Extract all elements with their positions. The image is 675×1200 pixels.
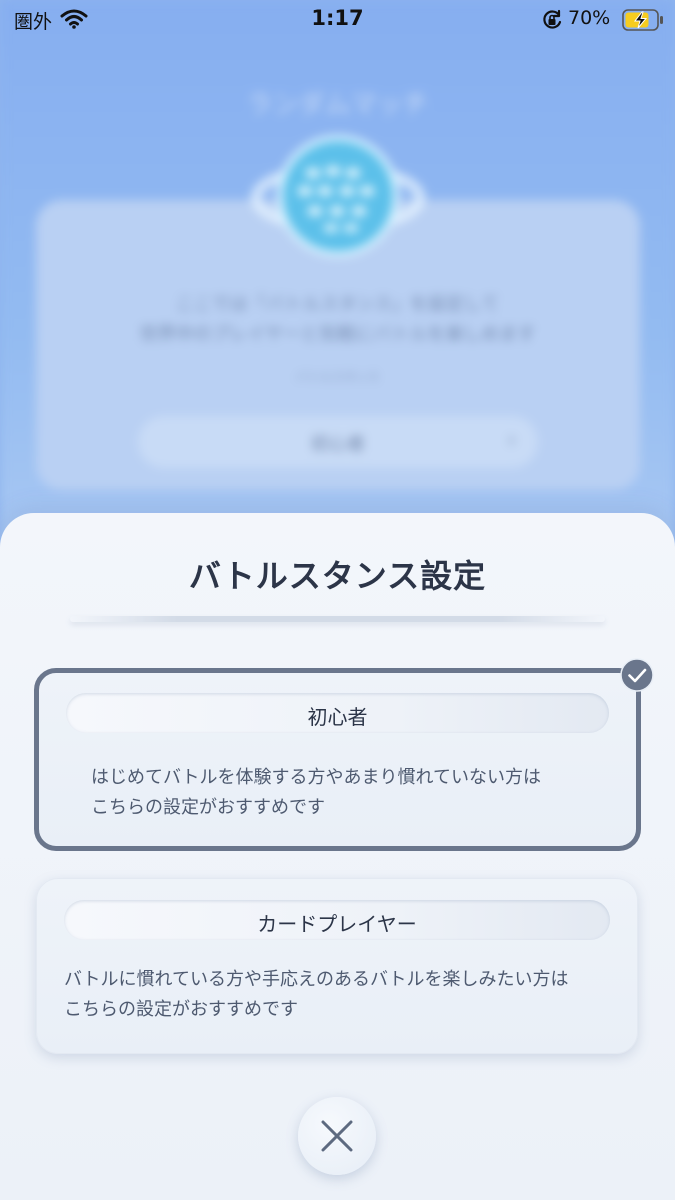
chevron-right-icon: › [507,428,516,453]
option-beginner[interactable]: 初心者 はじめてバトルを体験する方やあまり慣れていない方は こちらの設定がおすす… [34,668,641,851]
sheet-title: バトルスタンス設定 [188,557,487,595]
status-bar: 圏外 1:17 70% [0,0,675,40]
battery-charging-icon [622,9,663,31]
option-name-pill: 初心者 [66,693,609,733]
background-stance-selector: 初心者 › [138,416,538,468]
option-card-player[interactable]: カードプレイヤー バトルに慣れている方や手応えのあるバトルを楽しみたい方は こち… [36,878,638,1054]
battery-percent: 70% [568,7,611,29]
title-divider [70,616,605,622]
selected-check-icon [620,658,654,692]
option-name-pill: カードプレイヤー [64,900,610,940]
option-description: はじめてバトルを体験する方やあまり慣れていない方は こちらの設定がおすすめです [91,767,541,818]
background-description: ここでは「バトルスタンス」を設定して 世界中のプレイヤーと気軽にバトルを楽しめま… [139,294,536,345]
globe-icon [251,135,425,257]
option-description: バトルに慣れている方や手応えのあるバトルを楽しみたい方は こちらの設定がおすすめ… [64,969,569,1020]
background-title: ランダムマッチ [246,90,429,120]
close-icon [321,1120,353,1152]
option-name: 初心者 [307,705,368,729]
rotation-lock-icon [543,9,562,29]
background-screen: ランダムマッチ ここでは「バトルスタンス」を設定して 世界中のプレイヤーと気軽に… [0,0,675,560]
background-stance-value: 初心者 [311,434,365,455]
background-sublabel: バトルスタンス [295,370,380,384]
close-button[interactable] [298,1097,376,1175]
option-name: カードプレイヤー [257,912,417,936]
